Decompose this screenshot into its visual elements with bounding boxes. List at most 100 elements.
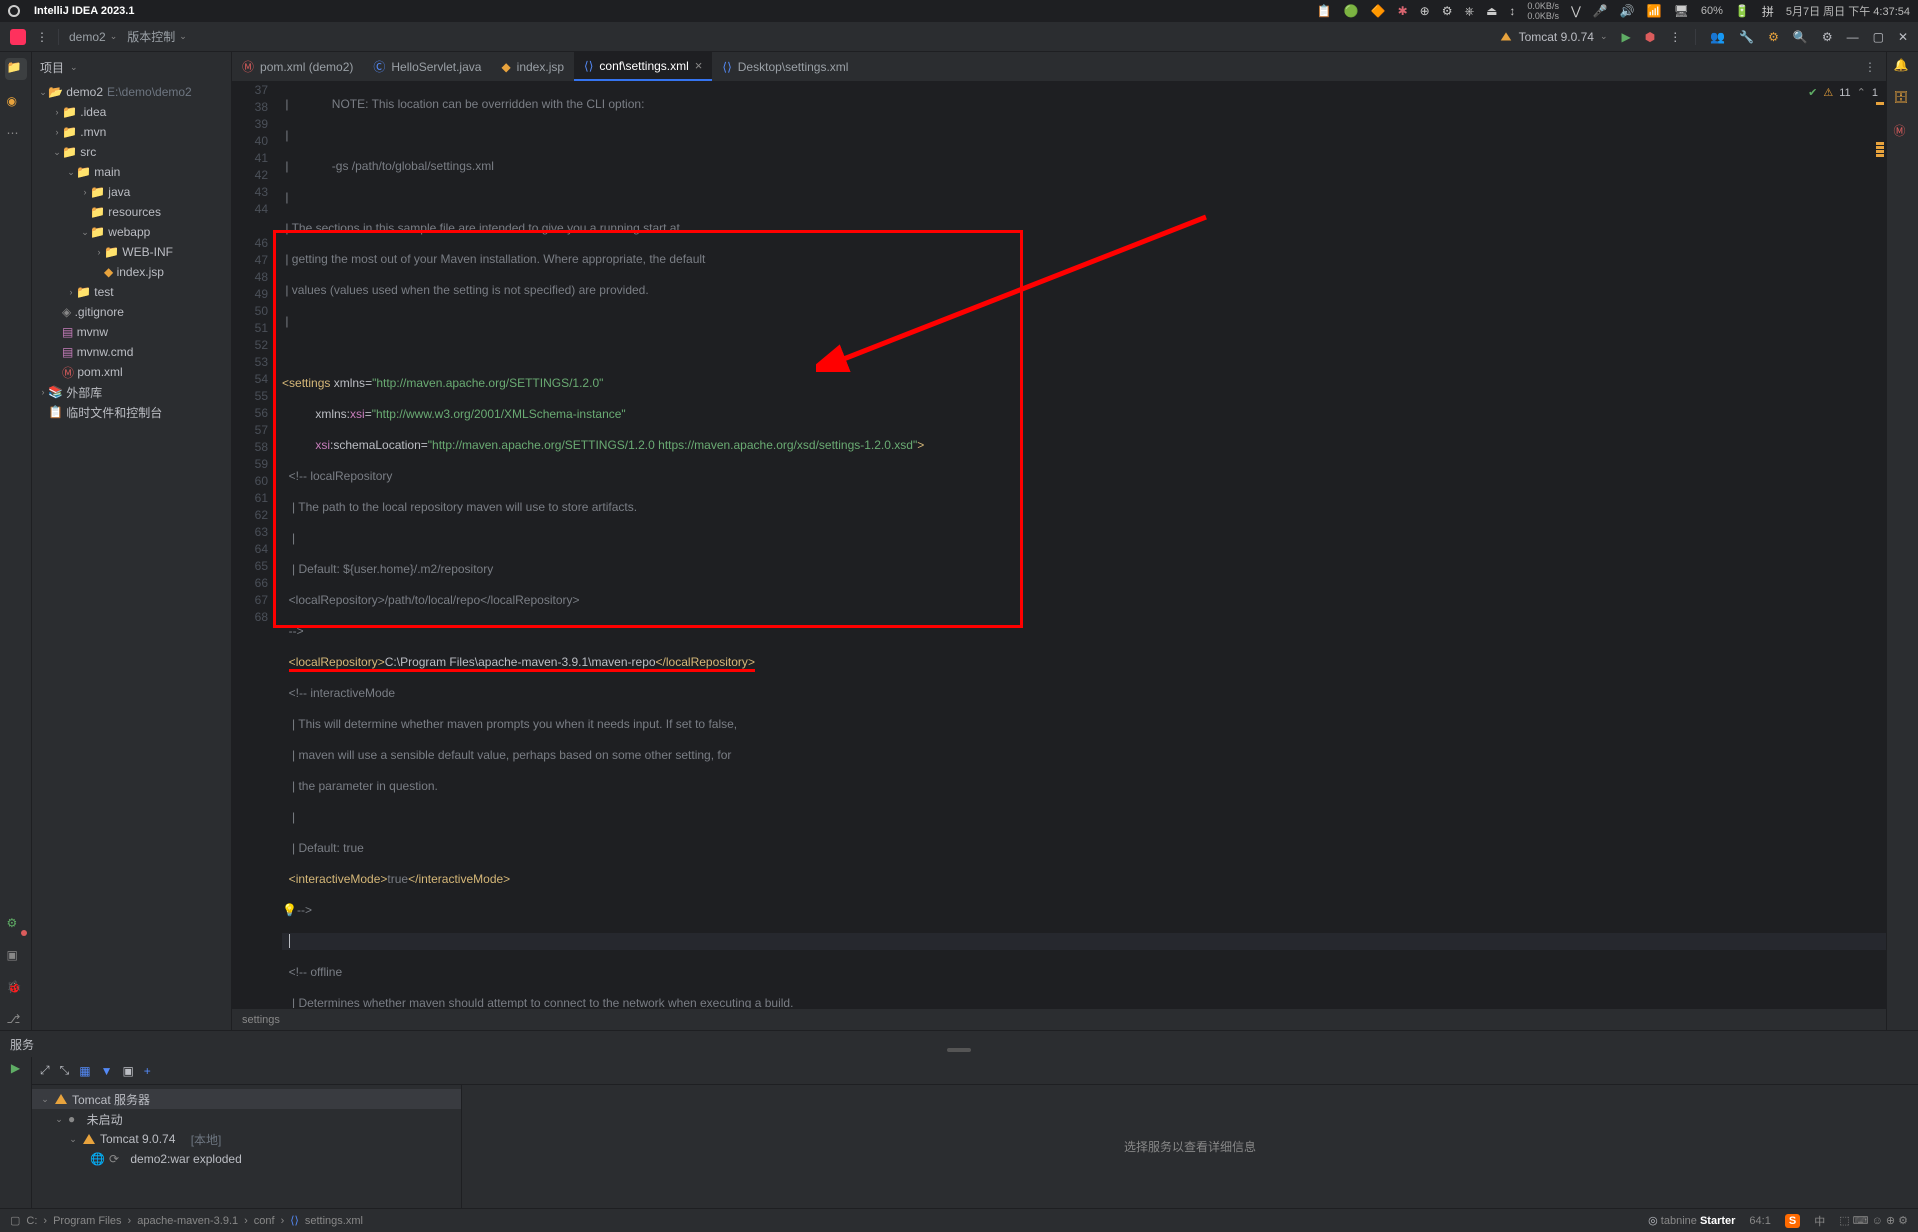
svc-grid-icon[interactable]: ▦	[79, 1064, 90, 1078]
database-tool-icon[interactable]: 🗄	[1894, 90, 1912, 108]
ide-tools-icon[interactable]: 🔧	[1739, 30, 1754, 44]
battery-icon[interactable]: 🔋	[1735, 4, 1750, 18]
system-menubar: IntelliJ IDEA 2023.1 📋 🟢 🔶 ✱ ⊕ ⚙ ⎈ ⏏ ↕ 0…	[0, 0, 1918, 22]
file-path-breadcrumb[interactable]: ▢ C:› Program Files› apache-maven-3.9.1›…	[10, 1214, 363, 1227]
svc-filter-icon[interactable]: ▼	[101, 1064, 113, 1078]
editor-breadcrumb[interactable]: settings	[232, 1008, 1886, 1030]
tomcat-icon	[82, 1132, 96, 1146]
editor-body[interactable]: 3738394041424344 46474849505152535455565…	[232, 82, 1886, 1008]
settings-sync-icon[interactable]: ⚙	[1768, 30, 1779, 44]
tree-file-pomxml[interactable]: Ⓜ pom.xml	[32, 362, 231, 382]
svc-add-icon[interactable]: +	[144, 1064, 151, 1078]
tab-servlet[interactable]: ⒸHelloServlet.java	[363, 52, 491, 81]
tab-settings-desktop[interactable]: ⟨⟩Desktop\settings.xml	[712, 52, 858, 81]
tree-folder-resources[interactable]: 📁 resources	[32, 202, 231, 222]
tray-icon[interactable]: ⚙	[1442, 4, 1453, 18]
project-panel-header[interactable]: 项目⌄	[32, 52, 231, 82]
tab-options-icon[interactable]: ⋮	[1854, 52, 1886, 81]
code-with-me-icon[interactable]: 👥	[1710, 30, 1725, 44]
vcs-selector[interactable]: 版本控制⌄	[127, 28, 187, 45]
project-tool-icon[interactable]: 📁	[5, 58, 27, 80]
svc-expand-icon[interactable]: ⤢	[40, 1063, 50, 1078]
status-widget[interactable]: ⬚ ⌨ ☺ ⊕ ⚙	[1839, 1214, 1908, 1227]
display-icon[interactable]: 🖥	[1674, 4, 1689, 18]
volume-icon[interactable]: 🔊	[1620, 4, 1635, 18]
right-tool-stripe: 🔔 🗄 Ⓜ	[1886, 52, 1918, 1030]
services-header[interactable]: 服务	[0, 1031, 1918, 1057]
tray-icon[interactable]: ✱	[1398, 4, 1408, 18]
services-tree[interactable]: ⌄Tomcat 服务器 ⌄● 未启动 ⌄Tomcat 9.0.74 [本地] 🌐…	[32, 1085, 462, 1208]
tree-root[interactable]: ⌄📂 demo2E:\demo\demo2	[32, 82, 231, 102]
tray-icon[interactable]: 🔶	[1371, 4, 1386, 18]
minimize-button[interactable]: —	[1847, 30, 1859, 44]
tree-scratches[interactable]: 📋 临时文件和控制台	[32, 402, 231, 422]
tree-folder-idea[interactable]: ›📁 .idea	[32, 102, 231, 122]
tree-folder-test[interactable]: ›📁 test	[32, 282, 231, 302]
stop-button[interactable]: ⬢	[1645, 30, 1655, 44]
tray-icon[interactable]: ⎈	[1464, 4, 1474, 19]
tree-file-indexjsp[interactable]: ◆ index.jsp	[32, 262, 231, 282]
svc-layout-icon[interactable]: ▣	[122, 1064, 133, 1078]
input-source-icon[interactable]: 拼	[1762, 3, 1774, 20]
tree-external-libs[interactable]: ›📚 外部库	[32, 382, 231, 402]
tab-indexjsp[interactable]: ◆index.jsp	[491, 52, 574, 81]
terminal-tool-icon[interactable]: ▣	[7, 948, 25, 966]
editor-area: Ⓜpom.xml (demo2) ⒸHelloServlet.java ◆ind…	[232, 52, 1886, 1030]
tray-icon[interactable]: 🟢	[1344, 4, 1359, 18]
tree-file-mvnwcmd[interactable]: ▤ mvnw.cmd	[32, 342, 231, 362]
tab-pom[interactable]: Ⓜpom.xml (demo2)	[232, 52, 363, 81]
tabnine-widget[interactable]: ◎ tabnine Starter	[1648, 1214, 1735, 1227]
more-actions-icon[interactable]: ⋮	[1669, 30, 1681, 44]
search-everywhere-icon[interactable]: 🔍	[1793, 30, 1808, 44]
editor-minimap[interactable]	[1874, 82, 1886, 1008]
tray-icon[interactable]: ↕	[1509, 4, 1515, 18]
code-content[interactable]: | NOTE: This location can be overridden …	[276, 82, 1886, 1008]
more-tool-icon[interactable]: ⋯	[7, 126, 25, 144]
tomcat-icon	[54, 1092, 68, 1106]
run-config-selector[interactable]: Tomcat 9.0.74⌄	[1499, 30, 1608, 44]
main-menu-icon[interactable]: ⋮	[36, 30, 48, 44]
tab-settings-conf[interactable]: ⟨⟩conf\settings.xml×	[574, 52, 712, 81]
tab-close-icon[interactable]: ×	[695, 58, 703, 73]
status-cn-icon[interactable]: 中	[1814, 1213, 1825, 1229]
tree-folder-java[interactable]: ›📁 java	[32, 182, 231, 202]
tree-folder-mvn[interactable]: ›📁 .mvn	[32, 122, 231, 142]
tray-icon[interactable]: ⊕	[1420, 4, 1430, 18]
project-tree[interactable]: ⌄📂 demo2E:\demo\demo2 ›📁 .idea ›📁 .mvn ⌄…	[32, 82, 231, 1030]
notifications-icon[interactable]: 🔔	[1894, 58, 1912, 76]
svc-node-notstarted[interactable]: ⌄● 未启动	[32, 1109, 461, 1129]
tray-eject-icon[interactable]: ⏏	[1486, 4, 1497, 18]
tray-caret-icon[interactable]: ⋁	[1571, 4, 1581, 18]
mic-icon[interactable]: 🎤	[1593, 4, 1608, 18]
settings-icon[interactable]: ⚙	[1822, 30, 1833, 44]
tomcat-icon	[1499, 30, 1513, 44]
maven-tool-icon[interactable]: Ⓜ	[1894, 122, 1912, 140]
svc-node-artifact[interactable]: 🌐⟳ demo2:war exploded	[32, 1149, 461, 1169]
caret-position[interactable]: 64:1	[1749, 1215, 1770, 1227]
svc-collapse-icon[interactable]: ⤡	[60, 1063, 70, 1078]
close-button[interactable]: ✕	[1898, 30, 1908, 44]
status-sogou-icon[interactable]: S	[1785, 1214, 1800, 1228]
svc-run-icon[interactable]: ▶	[11, 1061, 20, 1075]
services-tool-icon[interactable]: ⚙	[7, 916, 25, 934]
svc-node-tomcat-server[interactable]: ⌄Tomcat 服务器	[32, 1089, 461, 1109]
editor-inspection-status[interactable]: ✔ ⚠11 ⌃1	[1808, 86, 1878, 99]
tree-folder-webinf[interactable]: ›📁 WEB-INF	[32, 242, 231, 262]
tree-file-mvnw[interactable]: ▤ mvnw	[32, 322, 231, 342]
tree-folder-src[interactable]: ⌄📁 src	[32, 142, 231, 162]
svc-node-tomcat-instance[interactable]: ⌄Tomcat 9.0.74 [本地]	[32, 1129, 461, 1149]
tree-file-gitignore[interactable]: ◈ .gitignore	[32, 302, 231, 322]
maximize-button[interactable]: ▢	[1873, 30, 1884, 44]
wifi-icon[interactable]: 📶	[1647, 4, 1662, 18]
run-button[interactable]: ▶	[1621, 30, 1630, 44]
tray-icon[interactable]: 📋	[1317, 4, 1332, 18]
services-panel: 服务 ▶ ⤢ ⤡ ▦ ▼ ▣ + ⌄Tomcat 服务器 ⌄● 未启动 ⌄Tom…	[0, 1030, 1918, 1208]
resize-handle[interactable]	[947, 1048, 971, 1052]
tree-folder-webapp[interactable]: ⌄📁 webapp	[32, 222, 231, 242]
project-selector[interactable]: demo2⌄	[69, 30, 117, 44]
git-tool-icon[interactable]: ⎇	[7, 1012, 25, 1030]
commit-tool-icon[interactable]: ◉	[7, 94, 25, 112]
battery-percent: 60%	[1701, 5, 1723, 17]
tree-folder-main[interactable]: ⌄📁 main	[32, 162, 231, 182]
debug-tool-icon[interactable]: 🐞	[7, 980, 25, 998]
